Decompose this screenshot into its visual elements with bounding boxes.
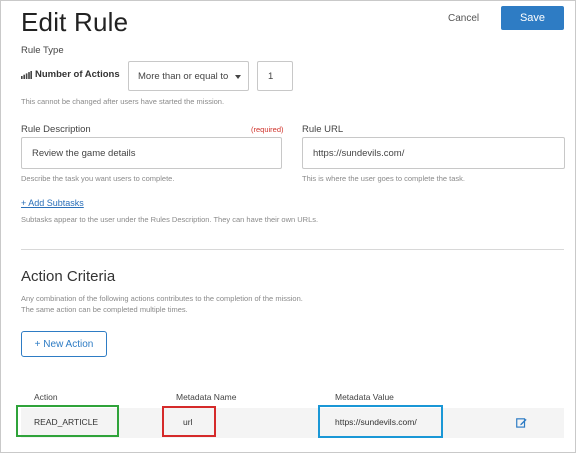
- page-title: Edit Rule: [21, 7, 129, 37]
- rule-url-input[interactable]: https://sundevils.com/: [302, 137, 565, 169]
- number-of-actions-label: Number of Actions: [21, 69, 120, 80]
- highlight-metadata-value-box: [318, 405, 443, 438]
- criteria-help-1: Any combination of the following actions…: [21, 294, 303, 303]
- add-subtasks-link[interactable]: + Add Subtasks: [21, 198, 84, 208]
- subtasks-help: Subtasks appear to the user under the Ru…: [21, 215, 319, 224]
- highlight-metadata-name-box: [162, 406, 216, 437]
- rule-description-help: Describe the task you want users to comp…: [21, 174, 175, 183]
- rule-url-help: This is where the user goes to complete …: [302, 174, 465, 183]
- highlight-action-box: [16, 405, 119, 437]
- rule-type-label: Rule Type: [21, 45, 64, 56]
- required-indicator: (required): [251, 125, 284, 134]
- action-count-input[interactable]: 1: [257, 61, 293, 91]
- section-divider: [21, 249, 564, 250]
- rule-description-label: Rule Description: [21, 124, 91, 135]
- rule-description-input[interactable]: Review the game details: [21, 137, 282, 169]
- rule-url-label: Rule URL: [302, 124, 344, 135]
- save-button[interactable]: Save: [501, 6, 564, 30]
- column-header-metadata-value: Metadata Value: [335, 392, 394, 402]
- new-action-button[interactable]: + New Action: [21, 331, 107, 357]
- comparator-value: More than or equal to: [138, 70, 229, 82]
- caret-down-icon: [235, 75, 241, 79]
- column-header-action: Action: [34, 392, 58, 402]
- cancel-button[interactable]: Cancel: [448, 13, 479, 24]
- rule-type-help: This cannot be changed after users have …: [21, 97, 225, 106]
- edit-icon[interactable]: [516, 417, 527, 428]
- comparator-select[interactable]: More than or equal to: [128, 61, 249, 91]
- edit-rule-panel: Edit Rule Cancel Save Rule Type Number o…: [0, 0, 576, 453]
- action-criteria-title: Action Criteria: [21, 268, 116, 285]
- column-header-metadata-name: Metadata Name: [176, 392, 237, 402]
- number-of-actions-text: Number of Actions: [35, 69, 120, 80]
- criteria-help-2: The same action can be completed multipl…: [21, 305, 188, 314]
- signal-bars-icon: [21, 70, 32, 79]
